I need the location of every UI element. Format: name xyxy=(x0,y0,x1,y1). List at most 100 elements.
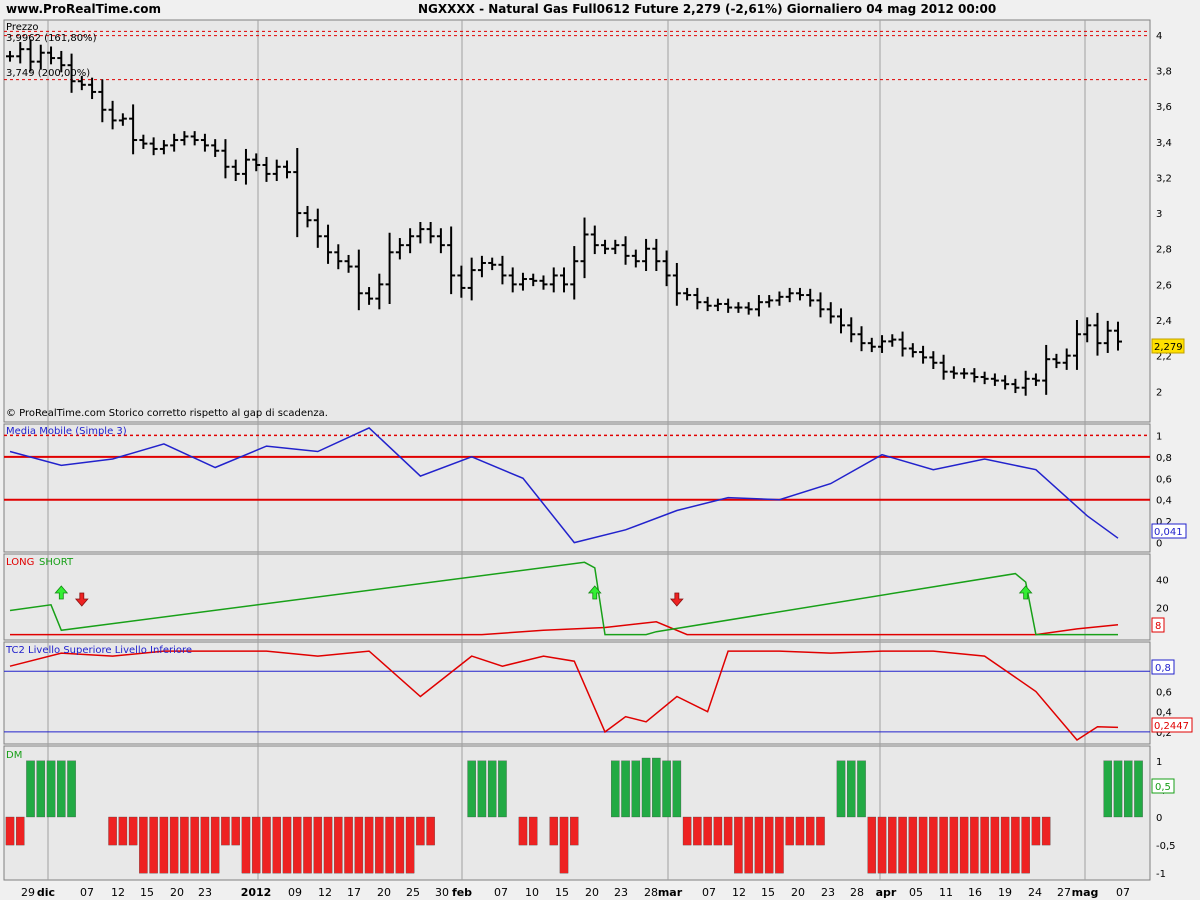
dm-bar xyxy=(354,816,364,874)
dm-bar xyxy=(631,760,641,818)
ma-ytick: 0,6 xyxy=(1156,474,1172,485)
dm-bar xyxy=(908,816,918,874)
dm-bar xyxy=(775,816,784,874)
dm-bar xyxy=(570,816,579,846)
instrument-title: NGXXXX - Natural Gas Full0612 Future 2,2… xyxy=(418,2,997,16)
x-tick-label: 2012 xyxy=(241,886,272,899)
dm-ytick: 1 xyxy=(1156,757,1162,768)
dm-bar xyxy=(231,816,240,846)
dm-bar xyxy=(918,816,928,874)
dm-bar xyxy=(1011,816,1020,874)
dm-bar xyxy=(836,760,846,818)
x-tick-label: dic xyxy=(37,886,55,899)
dm-bar xyxy=(1124,760,1133,818)
dm-bar xyxy=(959,816,969,874)
dm-bar xyxy=(477,760,487,818)
dm-bar xyxy=(262,816,271,874)
x-tick-label: 12 xyxy=(318,886,332,899)
x-tick-label: 20 xyxy=(377,886,391,899)
dm-bar xyxy=(303,816,312,874)
tc2-panel[interactable] xyxy=(3,641,1151,745)
x-tick-label: 11 xyxy=(939,886,953,899)
dm-y-axis: 1 0,5 0 -0,5 -1 xyxy=(1156,757,1176,880)
chart-root: www.ProRealTime.com NGXXXX - Natural Gas… xyxy=(0,0,1200,900)
dm-bar xyxy=(1031,816,1041,846)
x-tick-label: 30 xyxy=(435,886,449,899)
dm-bar xyxy=(395,816,405,874)
dm-bar xyxy=(528,816,538,846)
dm-bar xyxy=(487,760,497,818)
dm-bar xyxy=(816,816,825,846)
dm-bar xyxy=(949,816,959,874)
price-ytick: 2,8 xyxy=(1156,245,1172,256)
dm-bar xyxy=(334,816,343,874)
x-tick-label: 07 xyxy=(1116,886,1130,899)
price-label-fib2: 3,749 (200,00%) xyxy=(6,68,90,79)
dm-bar xyxy=(498,760,507,818)
dm-ytick: -1 xyxy=(1156,869,1166,880)
x-tick-label: 23 xyxy=(614,886,628,899)
ma-ytick: 1 xyxy=(1156,431,1162,442)
chart-canvas[interactable]: 43,83,63,43,232,82,62,42,22 Prezzo 3,996… xyxy=(0,18,1200,900)
price-ytick: 2,4 xyxy=(1156,316,1172,327)
price-ytick: 3,6 xyxy=(1156,102,1172,113)
x-tick-label: 16 xyxy=(968,886,982,899)
dm-bar xyxy=(713,816,723,846)
dm-ytick: -0,5 xyxy=(1156,841,1176,852)
x-tick-label: 12 xyxy=(111,886,125,899)
dm-bar xyxy=(641,757,651,818)
dm-bar xyxy=(847,760,856,818)
dm-bar xyxy=(323,816,333,874)
tc2-label: TC2 Livello Superiore Livello Inferiore xyxy=(5,645,192,656)
dm-bar xyxy=(682,816,692,846)
dm-bar xyxy=(1000,816,1010,874)
dm-bar xyxy=(313,816,323,874)
ls-panel[interactable] xyxy=(3,553,1151,641)
dm-bar xyxy=(662,760,671,818)
dm-bar xyxy=(754,816,764,874)
dm-bar xyxy=(159,816,169,874)
dm-bar xyxy=(1021,816,1030,874)
x-tick-label: 27 xyxy=(1057,886,1071,899)
dm-bar xyxy=(241,816,251,874)
dm-bar xyxy=(180,816,189,874)
dm-bar xyxy=(169,816,179,874)
price-ytick: 2,6 xyxy=(1156,280,1172,291)
dm-bar xyxy=(652,757,661,818)
x-tick-label: 19 xyxy=(998,886,1012,899)
dm-bar xyxy=(795,816,805,846)
price-panel[interactable] xyxy=(3,19,1151,423)
dm-bar xyxy=(929,816,938,874)
x-tick-label: 07 xyxy=(702,886,716,899)
dm-bar xyxy=(877,816,887,874)
dm-bar xyxy=(405,816,415,874)
dm-bar xyxy=(621,760,630,818)
ls-ytick: 40 xyxy=(1156,575,1169,586)
dm-current-value: 0,5 xyxy=(1155,782,1171,793)
ma-panel[interactable] xyxy=(3,423,1151,553)
dm-bar xyxy=(1103,760,1112,818)
dm-bar xyxy=(139,816,148,874)
price-ytick: 3,4 xyxy=(1156,138,1172,149)
dm-bar xyxy=(867,816,877,874)
dm-bar xyxy=(785,816,794,846)
ma-ytick: 0,4 xyxy=(1156,496,1172,507)
x-tick-label: 15 xyxy=(140,886,154,899)
dm-bar xyxy=(344,816,353,874)
dm-bar xyxy=(16,816,25,846)
tc2-level-value: 0,8 xyxy=(1155,663,1171,674)
x-tick-label: 10 xyxy=(525,886,539,899)
price-ytick: 2 xyxy=(1156,387,1162,398)
dm-bar xyxy=(549,816,558,846)
dm-bar xyxy=(375,816,384,874)
dm-bar xyxy=(149,816,158,874)
dm-bar xyxy=(888,816,897,874)
dm-bar xyxy=(26,760,35,818)
ls-label-short: SHORT xyxy=(39,557,74,568)
dm-bar xyxy=(36,760,46,818)
dm-bar xyxy=(364,816,374,874)
x-tick-label: 20 xyxy=(170,886,184,899)
ls-current-value: 8 xyxy=(1155,621,1161,632)
price-ytick: 3,2 xyxy=(1156,173,1172,184)
site-label[interactable]: www.ProRealTime.com xyxy=(6,2,161,16)
